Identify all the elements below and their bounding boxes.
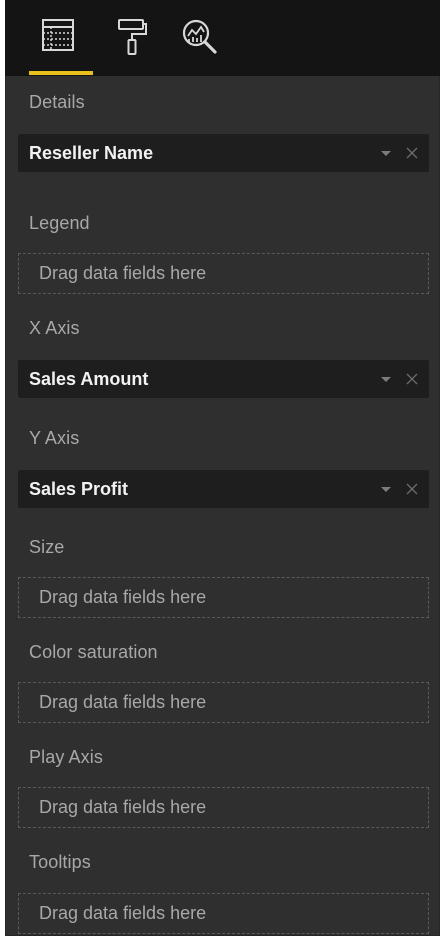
tooltips-label: Tooltips [29,852,91,872]
chevron-down-icon[interactable] [381,486,391,492]
close-icon[interactable] [405,482,419,496]
legend-placeholder: Drag data fields here [39,263,207,283]
tab-format[interactable] [107,18,157,70]
pane-toolbar [5,0,440,76]
tab-fields[interactable] [33,18,83,70]
tab-analytics[interactable] [175,18,225,70]
legend-label: Legend [29,213,90,233]
play-axis-drop-zone[interactable]: Drag data fields here [18,787,429,828]
analytics-magnifier-icon [180,18,220,70]
legend-drop-zone[interactable]: Drag data fields here [18,253,429,294]
visualizations-fields-pane: Details Reseller Name Legend Drag data f… [5,0,440,936]
tooltips-placeholder: Drag data fields here [39,903,207,923]
active-tab-indicator [29,71,93,75]
fields-icon [40,18,76,70]
details-field-name: Reseller Name [29,142,154,163]
y-axis-label: Y Axis [29,428,80,448]
tooltips-drop-zone[interactable]: Drag data fields here [18,893,429,934]
size-placeholder: Drag data fields here [39,587,207,607]
y-axis-field-name: Sales Profit [29,478,129,499]
details-label: Details [29,92,85,112]
color-saturation-label: Color saturation [29,642,158,662]
x-axis-field-name: Sales Amount [29,368,149,389]
size-drop-zone[interactable]: Drag data fields here [18,577,429,618]
details-field-chip[interactable]: Reseller Name [18,134,429,172]
x-axis-field-chip[interactable]: Sales Amount [18,360,429,398]
chevron-down-icon[interactable] [381,376,391,382]
chevron-down-icon[interactable] [381,150,391,156]
color-saturation-drop-zone[interactable]: Drag data fields here [18,682,429,723]
paint-roller-icon [116,18,148,70]
play-axis-placeholder: Drag data fields here [39,797,207,817]
color-saturation-placeholder: Drag data fields here [39,692,207,712]
size-label: Size [29,537,65,557]
y-axis-field-chip[interactable]: Sales Profit [18,470,429,508]
close-icon[interactable] [405,372,419,386]
play-axis-label: Play Axis [29,747,103,767]
x-axis-label: X Axis [29,318,80,338]
close-icon[interactable] [405,146,419,160]
